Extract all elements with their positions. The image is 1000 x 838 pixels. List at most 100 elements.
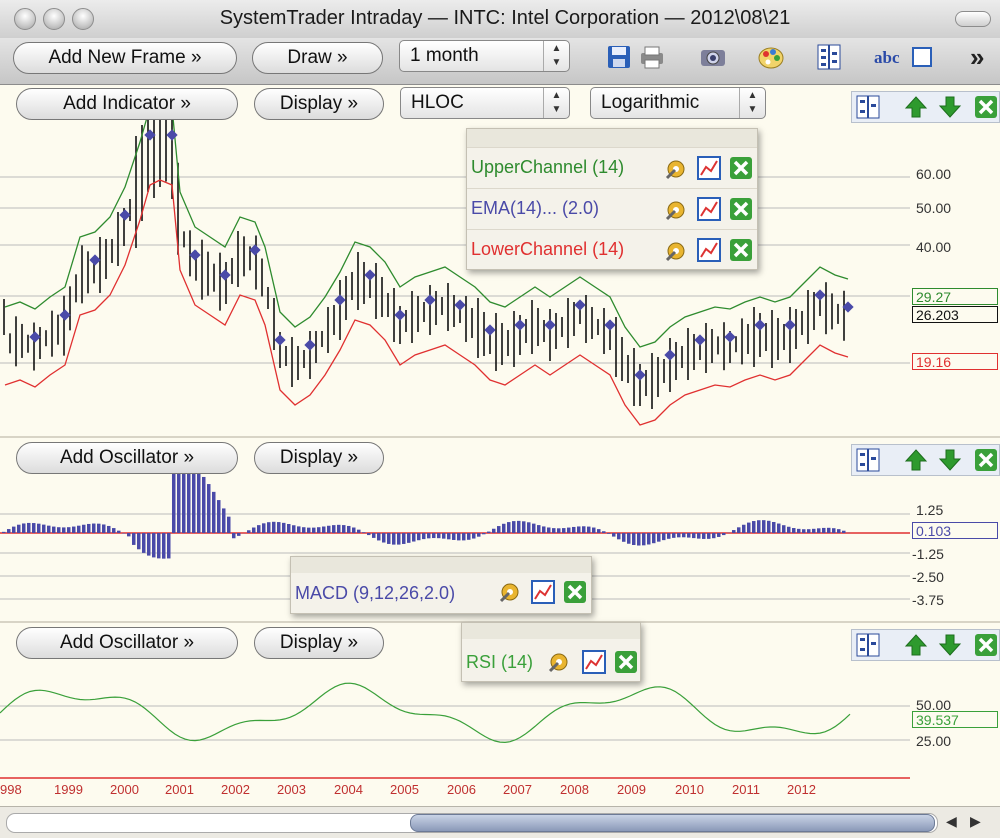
settings-wrench-icon[interactable] xyxy=(546,649,572,675)
macd-histogram-bar xyxy=(342,525,346,533)
remove-indicator-icon[interactable] xyxy=(614,650,638,674)
print-icon[interactable] xyxy=(638,44,666,70)
macd-histogram-bar xyxy=(657,533,661,542)
move-up-arrow-icon[interactable] xyxy=(904,448,928,472)
rsi-display-button[interactable]: Display » xyxy=(254,627,384,659)
text-icon[interactable]: abc xyxy=(874,48,900,68)
close-window-button[interactable] xyxy=(14,8,36,30)
macd-indicator-popup: MACD (9,12,26,2.0) xyxy=(290,556,592,614)
macd-display-button[interactable]: Display » xyxy=(254,442,384,474)
macd-histogram-bar xyxy=(802,529,806,533)
layout-icon[interactable] xyxy=(856,95,880,119)
macd-histogram-bar xyxy=(697,533,701,539)
scroll-left-arrow-icon[interactable]: ◀ xyxy=(946,813,957,830)
palette-icon[interactable] xyxy=(756,42,786,72)
add-oscillator-button[interactable]: Add Oscillator » xyxy=(16,442,238,474)
period-select[interactable]: 1 month ▲▼ xyxy=(399,40,570,72)
x-tick-year: 2009 xyxy=(617,782,646,797)
chart-style-icon[interactable] xyxy=(697,197,721,221)
macd-histogram-bar xyxy=(767,521,771,533)
chart-style-icon[interactable] xyxy=(697,238,721,262)
x-tick-year: 2004 xyxy=(334,782,363,797)
indicator-row-ema[interactable]: EMA(14)... (2.0) xyxy=(467,188,757,229)
move-up-arrow-icon[interactable] xyxy=(904,95,928,119)
macd-tick: -1.25 xyxy=(912,546,944,562)
close-pane-icon[interactable] xyxy=(974,95,998,119)
macd-histogram-bar xyxy=(62,527,66,533)
x-tick-year: 2005 xyxy=(390,782,419,797)
macd-histogram-bar xyxy=(707,533,711,539)
layout-icon[interactable] xyxy=(856,448,880,472)
macd-histogram-bar xyxy=(42,525,46,533)
macd-histogram-bar xyxy=(662,533,666,540)
macd-histogram-bar xyxy=(167,533,171,558)
scale-select[interactable]: Logarithmic ▲▼ xyxy=(590,87,766,119)
layout-icon[interactable] xyxy=(856,633,880,657)
chart-style-icon[interactable] xyxy=(697,156,721,180)
close-pane-icon[interactable] xyxy=(974,448,998,472)
ema-marker xyxy=(484,324,495,335)
macd-histogram-bar xyxy=(102,524,106,533)
chart-style-icon[interactable] xyxy=(582,650,606,674)
add-new-frame-button[interactable]: Add New Frame » xyxy=(13,42,237,74)
macd-histogram-bar xyxy=(547,527,551,533)
remove-indicator-icon[interactable] xyxy=(729,156,753,180)
macd-histogram-bar xyxy=(387,533,391,544)
draw-button[interactable]: Draw » xyxy=(252,42,383,74)
move-up-arrow-icon[interactable] xyxy=(904,633,928,657)
move-down-arrow-icon[interactable] xyxy=(938,633,962,657)
indicator-row-lower[interactable]: LowerChannel (14) xyxy=(467,229,757,270)
save-icon[interactable] xyxy=(606,44,632,70)
macd-histogram-bar xyxy=(392,533,396,545)
settings-wrench-icon[interactable] xyxy=(663,197,689,223)
move-down-arrow-icon[interactable] xyxy=(938,448,962,472)
macd-histogram-bar xyxy=(452,533,456,540)
rsi-line xyxy=(0,683,850,742)
macd-histogram-bar xyxy=(552,528,556,533)
add-oscillator-button[interactable]: Add Oscillator » xyxy=(16,627,238,659)
remove-indicator-icon[interactable] xyxy=(729,238,753,262)
macd-histogram-bar xyxy=(22,523,26,533)
settings-wrench-icon[interactable] xyxy=(663,238,689,264)
indicator-row-upper[interactable]: UpperChannel (14) xyxy=(467,147,757,188)
close-pane-icon[interactable] xyxy=(974,633,998,657)
camera-icon[interactable] xyxy=(698,44,728,70)
maximize-window-button[interactable] xyxy=(72,8,94,30)
scale-value: Logarithmic xyxy=(601,92,699,113)
ema-marker xyxy=(274,334,285,345)
remove-indicator-icon[interactable] xyxy=(729,197,753,221)
macd-histogram-bar xyxy=(112,528,116,533)
overflow-chevron-icon[interactable]: » xyxy=(970,42,984,73)
macd-histogram-bar xyxy=(557,528,561,533)
macd-histogram-bar xyxy=(2,532,6,533)
ema-marker xyxy=(189,249,200,260)
ema-marker xyxy=(694,334,705,345)
macd-histogram-bar xyxy=(117,531,121,533)
macd-histogram-bar xyxy=(367,533,371,535)
scroll-thumb[interactable] xyxy=(410,814,935,832)
minimize-window-button[interactable] xyxy=(43,8,65,30)
add-indicator-button[interactable]: Add Indicator » xyxy=(16,88,238,120)
remove-indicator-icon[interactable] xyxy=(563,580,587,604)
macd-histogram-bar xyxy=(222,508,226,533)
move-down-arrow-icon[interactable] xyxy=(938,95,962,119)
macd-histogram-bar xyxy=(327,526,331,533)
toolbar-toggle-button[interactable] xyxy=(955,11,991,27)
macd-tick: -2.50 xyxy=(912,569,944,585)
settings-wrench-icon[interactable] xyxy=(663,156,689,182)
macd-histogram-bar xyxy=(537,525,541,533)
upper-channel-value: 29.27 xyxy=(912,288,998,305)
layout-icon[interactable] xyxy=(815,42,843,72)
macd-histogram-bar xyxy=(667,533,671,539)
chart-style-icon[interactable] xyxy=(531,580,555,604)
horizontal-scrollbar[interactable]: ◀ ▶ xyxy=(0,806,1000,838)
macd-histogram-bar xyxy=(512,521,516,533)
price-display-button[interactable]: Display » xyxy=(254,88,384,120)
macd-pane-controls xyxy=(851,444,1000,476)
macd-histogram-bar xyxy=(792,528,796,533)
macd-histogram-bar xyxy=(597,529,601,533)
settings-wrench-icon[interactable] xyxy=(497,579,523,605)
chart-type-select[interactable]: HLOC ▲▼ xyxy=(400,87,570,119)
box-icon[interactable] xyxy=(912,47,932,67)
scroll-right-arrow-icon[interactable]: ▶ xyxy=(970,813,981,830)
